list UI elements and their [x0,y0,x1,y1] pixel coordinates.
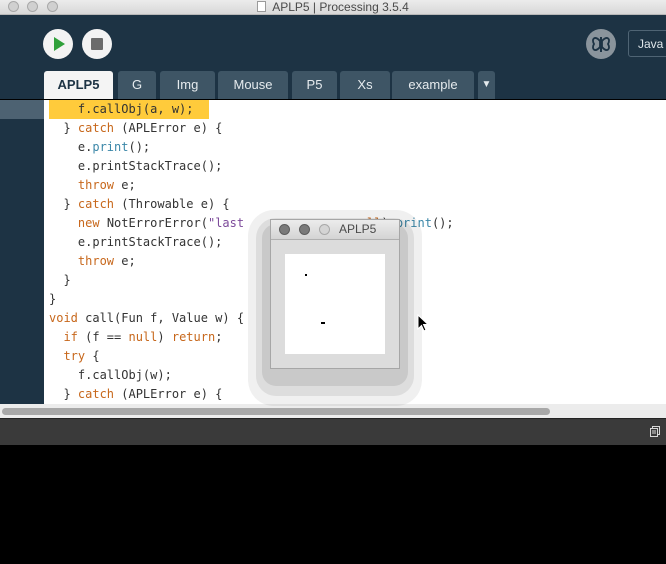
run-icon [54,37,65,51]
code-token: ) [157,330,172,344]
mode-selector[interactable]: Java [628,30,666,57]
run-button[interactable] [43,29,73,59]
code-line[interactable]: } [49,271,71,290]
mouse-cursor-icon [417,314,429,332]
code-line[interactable]: } catch (Throwable e) { [49,195,230,214]
stop-button[interactable] [82,29,112,59]
code-line[interactable]: try { [49,347,100,366]
code-token: f.callObj(w); [49,368,172,382]
code-line[interactable]: void call(Fun f, Value w) { [49,309,244,328]
code-token: (); [128,140,151,154]
document-icon [257,1,267,12]
copy-icon[interactable] [650,426,660,437]
code-token: catch [77,121,115,135]
code-token: new [77,216,100,230]
window-titlebar: APLP5 | Processing 3.5.4 [0,0,666,15]
stop-icon [91,38,103,50]
sketch-zoom-button[interactable] [319,224,330,235]
code-line[interactable]: f.callObj(a, w); [49,100,194,119]
code-token: print [92,140,129,154]
editor-toolbar: Java [0,15,666,71]
code-token: e; [114,178,136,192]
code-token: (APLError e) { [114,121,223,135]
sketch-minimize-button[interactable] [299,224,310,235]
window-title: APLP5 | Processing 3.5.4 [0,0,666,14]
code-token: (APLError e) { [114,387,223,401]
code-token: throw [77,178,115,192]
canvas-dot [321,322,325,324]
code-token: e; [114,254,136,268]
canvas-dot [305,274,307,276]
code-line[interactable]: throw e; [49,252,136,271]
tab-menu-button[interactable]: ▼ [478,71,495,99]
code-line[interactable]: e.printStackTrace(); [49,233,223,252]
code-token: "last [207,216,245,230]
code-token: } [49,387,78,401]
tab-aplp5[interactable]: APLP5 [44,71,113,99]
code-token: e.printStackTrace(); [49,235,223,249]
code-token: } [49,197,78,211]
code-token: } [49,121,78,135]
sketch-window[interactable]: APLP5 [270,219,400,369]
console-area[interactable] [0,445,666,564]
butterfly-icon [592,37,610,52]
code-token: (f == [77,330,129,344]
code-token: NotErrorError( [99,216,208,230]
code-token: null [128,330,158,344]
current-line-gutter-highlight [0,100,44,119]
code-token: ; [215,330,223,344]
tab-xs[interactable]: Xs [340,71,390,99]
code-token: e.printStackTrace(); [49,159,223,173]
code-line[interactable]: f.callObj(w); [49,366,172,385]
tab-example[interactable]: example [392,71,474,99]
code-token: call(Fun f, Value w) { [77,311,245,325]
sketch-close-button[interactable] [279,224,290,235]
code-token: throw [77,254,115,268]
horizontal-scrollbar[interactable] [0,404,666,418]
status-bar [0,418,666,445]
code-token: e. [49,140,93,154]
sketch-window-title: APLP5 [339,222,377,236]
code-token: try [63,349,86,363]
code-token: } [49,273,71,287]
code-token: catch [77,387,115,401]
debugger-button[interactable] [586,29,616,59]
code-line[interactable]: e.print(); [49,138,150,157]
chevron-down-icon: ▼ [481,79,492,90]
code-token: f.callObj(a, w); [49,102,194,116]
tab-mouse[interactable]: Mouse [218,71,288,99]
scrollbar-thumb[interactable] [2,408,550,415]
tab-g[interactable]: G [118,71,156,99]
code-token: } [49,292,57,306]
code-line[interactable]: } catch (APLError e) { [49,385,222,404]
code-token: { [85,349,100,363]
code-line[interactable]: } catch (APLError e) { [49,119,222,138]
tab-p5[interactable]: P5 [292,71,337,99]
code-token: return [171,330,216,344]
code-line[interactable]: } [49,290,56,309]
code-line[interactable]: if (f == null) return; [49,328,222,347]
code-token: (Throwable e) { [114,197,230,211]
code-token: if [63,330,78,344]
code-token: (); [431,216,454,230]
line-number-gutter [0,100,44,404]
window-title-text: APLP5 | Processing 3.5.4 [272,0,409,14]
code-line[interactable]: throw e; [49,176,136,195]
code-line[interactable]: e.printStackTrace(); [49,157,223,176]
tab-img[interactable]: Img [160,71,215,99]
sketch-canvas[interactable] [285,254,385,354]
code-token: void [49,311,78,325]
code-token: catch [77,197,115,211]
sketch-window-titlebar[interactable]: APLP5 [271,220,399,240]
